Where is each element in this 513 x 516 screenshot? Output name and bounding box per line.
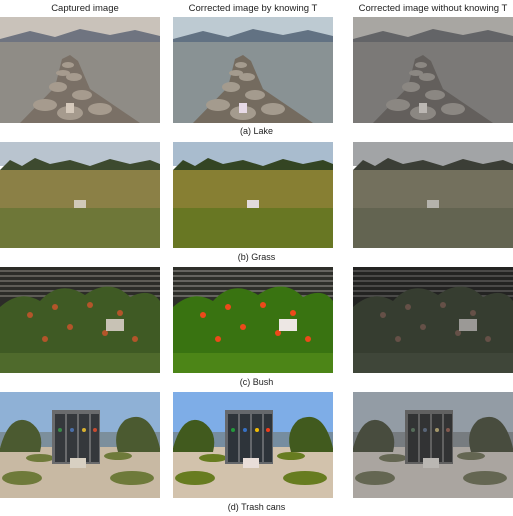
lake-captured-image [0,17,160,123]
caption-lake: (a) Lake [239,126,274,136]
trash-cans-corrected-known-image [173,392,333,498]
caption-trash-cans: (d) Trash cans [227,502,286,512]
column-header-captured: Captured image [51,3,119,14]
lake-corrected-known-image [173,17,333,123]
bush-corrected-unknown-image [353,267,513,373]
trash-cans-corrected-unknown-image [353,392,513,498]
caption-grass: (b) Grass [237,252,276,262]
caption-bush: (c) Bush [239,377,274,387]
bush-captured-image [0,267,160,373]
grass-corrected-known-image [173,142,333,248]
trash-cans-captured-image [0,392,160,498]
lake-corrected-unknown-image [353,17,513,123]
grass-corrected-unknown-image [353,142,513,248]
bush-corrected-known-image [173,267,333,373]
column-header-corrected-unknown: Corrected image without knowing T [358,3,508,14]
column-header-corrected-known: Corrected image by knowing T [188,3,318,14]
grass-captured-image [0,142,160,248]
